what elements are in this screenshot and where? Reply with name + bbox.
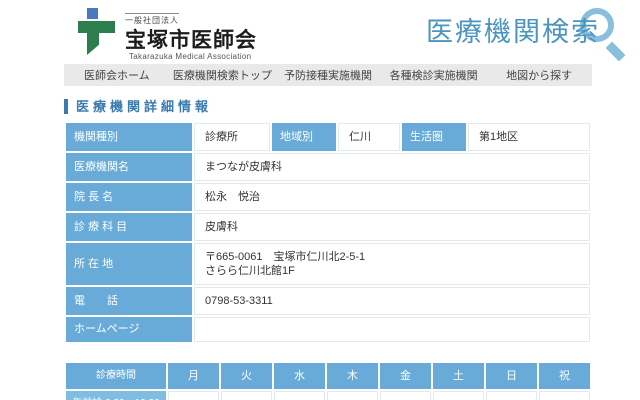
label-region: 地域別 xyxy=(272,123,336,151)
label-phone: 電 話 xyxy=(66,287,192,315)
service-title: 医療機関検索 xyxy=(426,12,600,56)
schedule-cell: − xyxy=(486,391,537,400)
medical-association-logo-icon xyxy=(78,8,118,56)
label-director-name: 院 長 名 xyxy=(66,183,192,211)
main-nav: 医師会ホーム 医療機関検索トップ 予防接種実施機関 各種検診実施機関 地図から探… xyxy=(64,64,592,86)
institution-detail-table: 機関種別 診療所 地域別 仁川 生活圏 第1地区 医療機関名 まつなが皮膚科 院… xyxy=(64,121,592,344)
value-phone: 0798-53-3311 xyxy=(194,287,590,315)
label-departments: 診 療 科 目 xyxy=(66,213,192,241)
nav-item-search-top[interactable]: 医療機関検索トップ xyxy=(170,64,276,86)
day-sat: 土 xyxy=(433,363,484,389)
nav-item-association-home[interactable]: 医師会ホーム xyxy=(64,64,170,86)
schedule-cell: − xyxy=(539,391,590,400)
schedule-header-row: 診療時間 月 火 水 木 金 土 日 祝 xyxy=(66,363,590,389)
table-row: 院 長 名 松永 悦治 xyxy=(66,183,590,211)
label-address: 所 在 地 xyxy=(66,243,192,285)
site-header: 一般社団法人 宝塚市医師会 Takarazuka Medical Associa… xyxy=(0,0,640,64)
day-sun: 日 xyxy=(486,363,537,389)
label-institution-name: 医療機関名 xyxy=(66,153,192,181)
org-type-label: 一般社団法人 xyxy=(125,13,179,26)
logo-green-stem xyxy=(87,21,99,55)
site-logo[interactable]: 一般社団法人 宝塚市医師会 Takarazuka Medical Associa… xyxy=(78,8,257,61)
logo-text: 一般社団法人 宝塚市医師会 Takarazuka Medical Associa… xyxy=(125,8,257,61)
table-row: 電 話 0798-53-3311 xyxy=(66,287,590,315)
service-title-text: 医療機関検索 xyxy=(426,12,600,52)
org-name: 宝塚市医師会 xyxy=(125,28,257,52)
schedule-cell: ○ xyxy=(274,391,325,400)
morning-hours-label: 午前診 9:30～12:30 xyxy=(66,391,166,400)
day-tue: 火 xyxy=(221,363,272,389)
value-region: 仁川 xyxy=(338,123,400,151)
value-institution-type: 診療所 xyxy=(194,123,270,151)
day-fri: 金 xyxy=(380,363,431,389)
nav-item-checkup[interactable]: 各種検診実施機関 xyxy=(381,64,487,86)
label-institution-type: 機関種別 xyxy=(66,123,192,151)
value-institution-name: まつなが皮膚科 xyxy=(194,153,590,181)
schedule-cell: ○ xyxy=(380,391,431,400)
day-wed: 水 xyxy=(274,363,325,389)
magnifier-handle-icon xyxy=(606,42,626,62)
table-row: 所 在 地 〒665-0061 宝塚市仁川北2-5-1 さらら仁川北館1F xyxy=(66,243,590,285)
schedule-corner-label: 診療時間 xyxy=(66,363,166,389)
schedule-row-morning: 午前診 9:30～12:30 ○ ○ ○ − ○ ○ − − xyxy=(66,391,590,400)
day-holiday: 祝 xyxy=(539,363,590,389)
page-title: 医療機関詳細情報 xyxy=(64,99,592,114)
table-row: 機関種別 診療所 地域別 仁川 生活圏 第1地区 xyxy=(66,123,590,151)
table-row: 診 療 科 目 皮膚科 xyxy=(66,213,590,241)
consultation-schedule-table: 診療時間 月 火 水 木 金 土 日 祝 午前診 9:30～12:30 ○ ○ … xyxy=(64,361,592,400)
nav-item-vaccination[interactable]: 予防接種実施機関 xyxy=(275,64,381,86)
value-living-area: 第1地区 xyxy=(468,123,590,151)
schedule-cell: ○ xyxy=(433,391,484,400)
label-living-area: 生活圏 xyxy=(402,123,466,151)
schedule-cell: − xyxy=(327,391,378,400)
value-address: 〒665-0061 宝塚市仁川北2-5-1 さらら仁川北館1F xyxy=(194,243,590,285)
logo-blue-square xyxy=(87,8,98,19)
value-homepage xyxy=(194,317,590,342)
table-row: ホームページ xyxy=(66,317,590,342)
day-thu: 木 xyxy=(327,363,378,389)
org-name-en: Takarazuka Medical Association xyxy=(125,52,257,61)
schedule-cell: ○ xyxy=(168,391,219,400)
label-homepage: ホームページ xyxy=(66,317,192,342)
value-director-name: 松永 悦治 xyxy=(194,183,590,211)
day-mon: 月 xyxy=(168,363,219,389)
schedule-cell: ○ xyxy=(221,391,272,400)
table-row: 医療機関名 まつなが皮膚科 xyxy=(66,153,590,181)
nav-item-map-search[interactable]: 地図から探す xyxy=(486,64,592,86)
value-departments: 皮膚科 xyxy=(194,213,590,241)
